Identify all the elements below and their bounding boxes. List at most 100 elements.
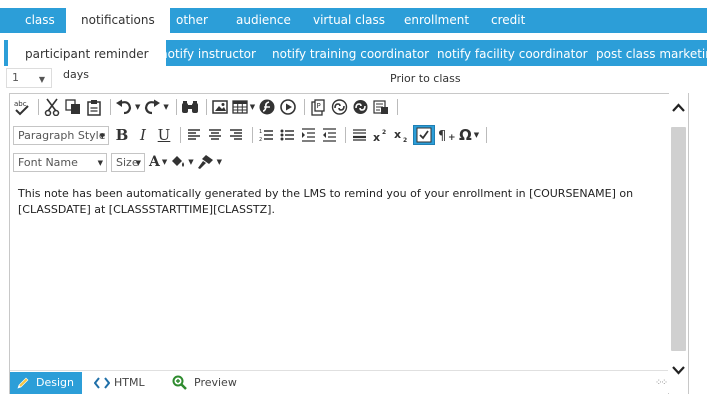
- font-size-dropdown[interactable]: Size ▼: [111, 152, 145, 172]
- underline-icon[interactable]: U: [155, 125, 173, 145]
- main-tab-bar: class notifications other audience virtu…: [0, 8, 707, 34]
- tab-notifications[interactable]: notifications: [66, 8, 170, 34]
- toolbar-separator: [252, 127, 253, 143]
- table-icon[interactable]: ▼: [232, 97, 255, 117]
- svg-text:2: 2: [259, 137, 262, 142]
- tab-other[interactable]: other: [176, 8, 208, 33]
- svg-text:abc: abc: [14, 100, 27, 108]
- tab-post-class-marketing[interactable]: post class marketing: [596, 40, 707, 66]
- tab-notify-instructor[interactable]: notify instructor: [160, 40, 256, 66]
- svg-text:P: P: [317, 102, 321, 110]
- indent-icon[interactable]: [299, 125, 317, 145]
- toolbar-row-3: Font Name ▼ Size ▼ A ▼ ▼ ▼: [13, 151, 225, 173]
- chevron-down-icon: ▼: [99, 131, 105, 140]
- svg-text:x: x: [373, 131, 380, 142]
- spellcheck-icon[interactable]: abc: [13, 97, 31, 117]
- tab-participant-reminder[interactable]: participant reminder: [8, 40, 166, 67]
- preview-label: Preview: [194, 376, 237, 389]
- code-icon: [94, 377, 110, 389]
- toolbar-separator: [345, 127, 346, 143]
- image-icon[interactable]: [211, 97, 229, 117]
- scroll-up-icon[interactable]: [669, 101, 688, 121]
- toolbar-separator: [38, 99, 39, 115]
- chevron-down-icon: ▼: [135, 158, 141, 167]
- back-color-icon[interactable]: ▼: [170, 152, 194, 172]
- prior-to-class-label: Prior to class: [390, 72, 461, 85]
- svg-text:2: 2: [403, 137, 407, 142]
- align-left-icon[interactable]: [185, 125, 203, 145]
- superscript-icon[interactable]: x2: [371, 125, 389, 145]
- format-stripper-icon[interactable]: [413, 125, 435, 145]
- scroll-down-icon[interactable]: [669, 363, 688, 383]
- bulleted-list-icon[interactable]: [278, 125, 296, 145]
- design-label: Design: [36, 376, 74, 389]
- html-label: HTML: [114, 376, 145, 389]
- pencil-icon: [17, 377, 29, 389]
- bold-icon[interactable]: B: [113, 125, 131, 145]
- template-manager-icon[interactable]: [372, 97, 390, 117]
- flash-icon[interactable]: [258, 97, 276, 117]
- align-center-icon[interactable]: [206, 125, 224, 145]
- tab-virtual-class[interactable]: virtual class: [313, 8, 385, 33]
- tab-enrollment[interactable]: enrollment: [404, 8, 469, 33]
- media-icon[interactable]: [279, 97, 297, 117]
- svg-text:1: 1: [259, 129, 262, 135]
- outdent-icon[interactable]: [320, 125, 338, 145]
- magnifier-icon: [172, 375, 187, 390]
- editor-mode-bar: Design HTML Preview ⁘⁘: [10, 370, 668, 394]
- toolbar-separator: [180, 127, 181, 143]
- redo-icon[interactable]: ▼: [143, 97, 169, 117]
- toolbar-row-1: abc ▼ ▼ ▼ P: [13, 96, 402, 118]
- special-characters-icon[interactable]: Ω ▼: [459, 125, 479, 145]
- sub-tab-bar: participant reminder notify instructor n…: [4, 40, 707, 67]
- font-name-label: Font Name: [18, 155, 78, 169]
- rich-text-editor: abc ▼ ▼ ▼ P Paragraph Style ▼ B I U 1 2 …: [9, 93, 689, 394]
- undo-icon[interactable]: ▼: [115, 97, 140, 117]
- design-mode-button[interactable]: Design: [10, 372, 82, 394]
- italic-icon[interactable]: I: [134, 125, 152, 145]
- tab-notify-facility-coordinator[interactable]: notify facility coordinator: [437, 40, 588, 66]
- days-dropdown[interactable]: 1 ▼: [6, 68, 52, 88]
- paragraph-style-label: Paragraph Style: [18, 128, 106, 142]
- format-painter-icon[interactable]: ▼: [197, 152, 222, 172]
- toolbar-separator: [304, 99, 306, 115]
- svg-text:2: 2: [382, 129, 386, 136]
- vertical-scrollbar[interactable]: [669, 93, 688, 394]
- subscript-icon[interactable]: x2: [392, 125, 410, 145]
- scroll-thumb[interactable]: [671, 127, 686, 351]
- paste-icon[interactable]: [85, 97, 103, 117]
- toolbar-separator: [175, 99, 177, 115]
- resize-grip-icon[interactable]: ⁘⁘: [655, 378, 668, 388]
- remove-link-icon[interactable]: [351, 97, 369, 117]
- html-mode-button[interactable]: HTML: [94, 372, 145, 394]
- document-manager-icon[interactable]: P: [309, 97, 327, 117]
- editor-content[interactable]: This note has been automatically generat…: [18, 186, 668, 218]
- fore-color-icon[interactable]: A ▼: [149, 152, 167, 172]
- numbered-list-icon[interactable]: 12: [257, 125, 275, 145]
- toolbar-separator: [397, 99, 399, 115]
- cut-off-top-text: [0, 0, 707, 4]
- hyperlink-icon[interactable]: [330, 97, 348, 117]
- tab-class[interactable]: class: [25, 8, 55, 33]
- align-right-icon[interactable]: [227, 125, 245, 145]
- chevron-down-icon: ▼: [97, 158, 103, 167]
- days-value: 1: [12, 71, 19, 84]
- days-label: days: [63, 68, 89, 81]
- copy-icon[interactable]: [64, 97, 82, 117]
- tab-audience[interactable]: audience: [236, 8, 291, 33]
- cut-icon[interactable]: [43, 97, 61, 117]
- horizontal-rule-icon[interactable]: [350, 125, 368, 145]
- tab-notify-training-coordinator[interactable]: notify training coordinator: [272, 40, 429, 66]
- svg-text:+: +: [448, 133, 456, 142]
- svg-text:¶: ¶: [438, 129, 446, 142]
- find-icon[interactable]: [181, 97, 199, 117]
- toolbar-separator: [205, 99, 207, 115]
- toolbar-separator: [486, 127, 488, 143]
- svg-text:x: x: [394, 128, 401, 141]
- paragraph-mark-icon[interactable]: ¶ +: [438, 125, 456, 145]
- preview-mode-button[interactable]: Preview: [172, 372, 237, 394]
- paragraph-style-dropdown[interactable]: Paragraph Style ▼: [13, 125, 109, 145]
- font-name-dropdown[interactable]: Font Name ▼: [13, 152, 107, 172]
- tab-credit[interactable]: credit: [491, 8, 525, 33]
- toolbar-row-2: Paragraph Style ▼ B I U 12 x 2 x 2 ¶ + Ω…: [13, 124, 491, 146]
